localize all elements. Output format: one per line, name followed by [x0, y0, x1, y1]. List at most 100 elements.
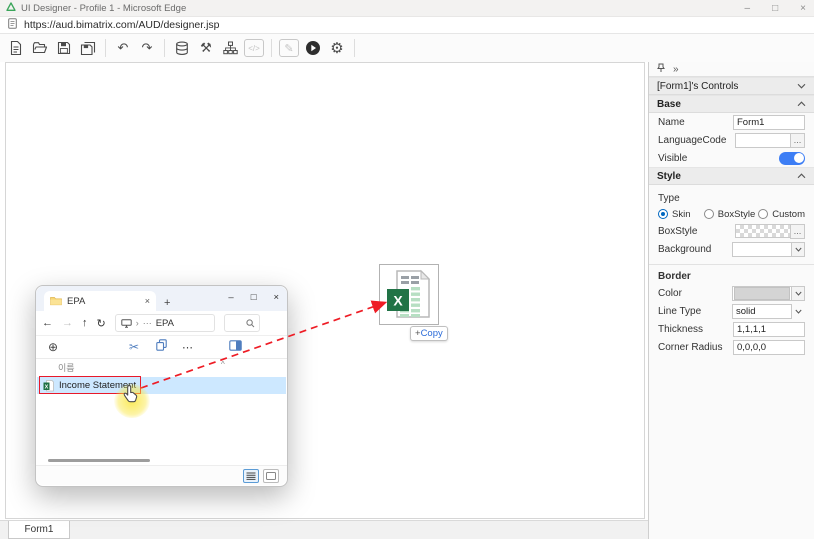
- corner-radius-input[interactable]: [733, 340, 805, 355]
- controls-header[interactable]: [Form1]'s Controls: [649, 77, 814, 95]
- list-view-toggle[interactable]: [243, 469, 259, 483]
- language-code-property-row: LanguageCode …: [649, 131, 814, 149]
- svg-text:X: X: [393, 292, 403, 308]
- border-section-label: Border: [658, 271, 691, 282]
- forward-button[interactable]: →: [62, 317, 73, 329]
- chevron-down-icon: [797, 83, 806, 89]
- thickness-input[interactable]: [733, 322, 805, 337]
- run-button[interactable]: [301, 37, 325, 59]
- toggle-knob: [794, 153, 804, 163]
- horizontal-scrollbar[interactable]: [36, 457, 287, 465]
- background-property-row: Background: [649, 240, 814, 258]
- refresh-button[interactable]: ↻: [97, 317, 106, 330]
- maximize-button[interactable]: □: [772, 0, 778, 17]
- explorer-tab-epa[interactable]: EPA ×: [44, 291, 156, 311]
- breadcrumb-folder[interactable]: EPA: [156, 318, 174, 329]
- language-code-label: LanguageCode: [658, 135, 726, 146]
- tab-close-icon[interactable]: ×: [145, 296, 150, 306]
- new-file-button[interactable]: [4, 37, 28, 59]
- border-color-value: [732, 286, 792, 301]
- preview-pane-button[interactable]: [229, 338, 242, 356]
- base-section-header[interactable]: Base: [649, 95, 814, 113]
- boxstyle-ellipsis-button[interactable]: …: [790, 224, 805, 239]
- edit-button[interactable]: ✎: [279, 39, 299, 57]
- code-button[interactable]: </>: [244, 39, 264, 57]
- radio-dot: [758, 209, 768, 219]
- explorer-minimize-button[interactable]: –: [228, 292, 233, 303]
- cut-button[interactable]: ✂: [129, 340, 139, 354]
- file-row-income-statement[interactable]: X Income Statement: [37, 377, 286, 394]
- build-tools-button[interactable]: ⚒: [194, 37, 218, 59]
- thickness-label: Thickness: [658, 324, 703, 335]
- form1-tab[interactable]: Form1: [8, 521, 70, 539]
- line-type-label: Line Type: [658, 306, 701, 317]
- url-bar[interactable]: https://aud.bimatrix.com/AUD/designer.js…: [0, 17, 814, 34]
- line-type-select[interactable]: solid: [732, 304, 805, 319]
- name-column-header[interactable]: 이름: [58, 361, 75, 374]
- back-button[interactable]: ←: [42, 317, 53, 329]
- explorer-maximize-button[interactable]: □: [251, 292, 257, 303]
- settings-button[interactable]: ⚙: [325, 37, 349, 59]
- open-folder-button[interactable]: [28, 37, 52, 59]
- radio-skin[interactable]: Skin: [658, 209, 704, 220]
- background-dropdown[interactable]: [732, 242, 805, 257]
- visible-toggle[interactable]: [779, 152, 805, 165]
- up-button[interactable]: ↑: [82, 317, 88, 329]
- new-tab-button[interactable]: +: [164, 297, 170, 309]
- scrollbar-thumb[interactable]: [48, 459, 150, 462]
- boxstyle-label: BoxStyle: [658, 226, 697, 237]
- explorer-status-bar: [36, 465, 287, 485]
- panel-toolbar: »: [649, 62, 814, 77]
- thickness-property-row: Thickness: [649, 320, 814, 338]
- radio-skin-label: Skin: [672, 209, 690, 220]
- line-type-value: solid: [732, 304, 792, 319]
- undo-button[interactable]: ↶: [111, 37, 135, 59]
- large-icons-view-toggle[interactable]: [263, 469, 279, 483]
- radio-custom[interactable]: Custom: [758, 209, 805, 220]
- file-list-empty-area[interactable]: [36, 394, 287, 457]
- background-value: [732, 242, 792, 257]
- sort-ascending-icon: ^: [221, 360, 225, 369]
- save-all-button[interactable]: [76, 37, 100, 59]
- chevron-right-icon: ›: [136, 318, 139, 328]
- file-explorer-window[interactable]: EPA × + – □ × ← → ↑ ↻ › ⋯ EPA: [35, 285, 288, 487]
- address-box[interactable]: › ⋯ EPA: [115, 314, 215, 332]
- type-label: Type: [658, 193, 680, 204]
- drag-source-highlight: [39, 376, 141, 394]
- dropped-excel-item[interactable]: X: [379, 264, 439, 325]
- copy-button[interactable]: [156, 338, 167, 356]
- window-title: UI Designer - Profile 1 - Microsoft Edge: [21, 3, 186, 14]
- name-input[interactable]: [733, 115, 805, 130]
- edge-titlebar: UI Designer - Profile 1 - Microsoft Edge…: [0, 0, 814, 17]
- collapse-panel-icon[interactable]: »: [673, 64, 679, 75]
- breadcrumb-ellipsis[interactable]: ⋯: [143, 318, 152, 329]
- database-button[interactable]: [170, 37, 194, 59]
- language-code-input[interactable]: [735, 133, 791, 148]
- folder-icon: [50, 296, 62, 306]
- pin-icon[interactable]: [657, 63, 665, 76]
- border-color-dropdown[interactable]: [732, 286, 805, 301]
- style-section-header[interactable]: Style: [649, 167, 814, 185]
- type-radio-group: Skin BoxStyle Custom: [649, 206, 814, 222]
- background-label: Background: [658, 244, 711, 255]
- sitemap-button[interactable]: [218, 37, 242, 59]
- more-options-button[interactable]: ⋯: [182, 341, 193, 354]
- explorer-window-controls: – □ ×: [228, 286, 279, 308]
- radio-boxstyle[interactable]: BoxStyle: [704, 209, 759, 220]
- app-toolbar: ↶ ↷ ⚒ </> ✎ ⚙: [0, 34, 814, 62]
- redo-button[interactable]: ↷: [135, 37, 159, 59]
- save-button[interactable]: [52, 37, 76, 59]
- radio-dot: [704, 209, 714, 219]
- minimize-button[interactable]: –: [745, 0, 751, 17]
- radio-boxstyle-label: BoxStyle: [718, 209, 756, 220]
- explorer-search-box[interactable]: [224, 314, 260, 332]
- base-section-label: Base: [657, 99, 681, 110]
- boxstyle-swatch[interactable]: [735, 224, 791, 238]
- explorer-close-button[interactable]: ×: [273, 292, 279, 303]
- language-code-ellipsis-button[interactable]: …: [790, 133, 805, 148]
- border-color-label: Color: [658, 288, 682, 299]
- close-button[interactable]: ×: [800, 0, 806, 17]
- page-icon: [8, 16, 17, 34]
- explorer-command-bar: ⊕ ✂ ⋯: [36, 336, 287, 359]
- new-item-button[interactable]: ⊕: [48, 340, 58, 354]
